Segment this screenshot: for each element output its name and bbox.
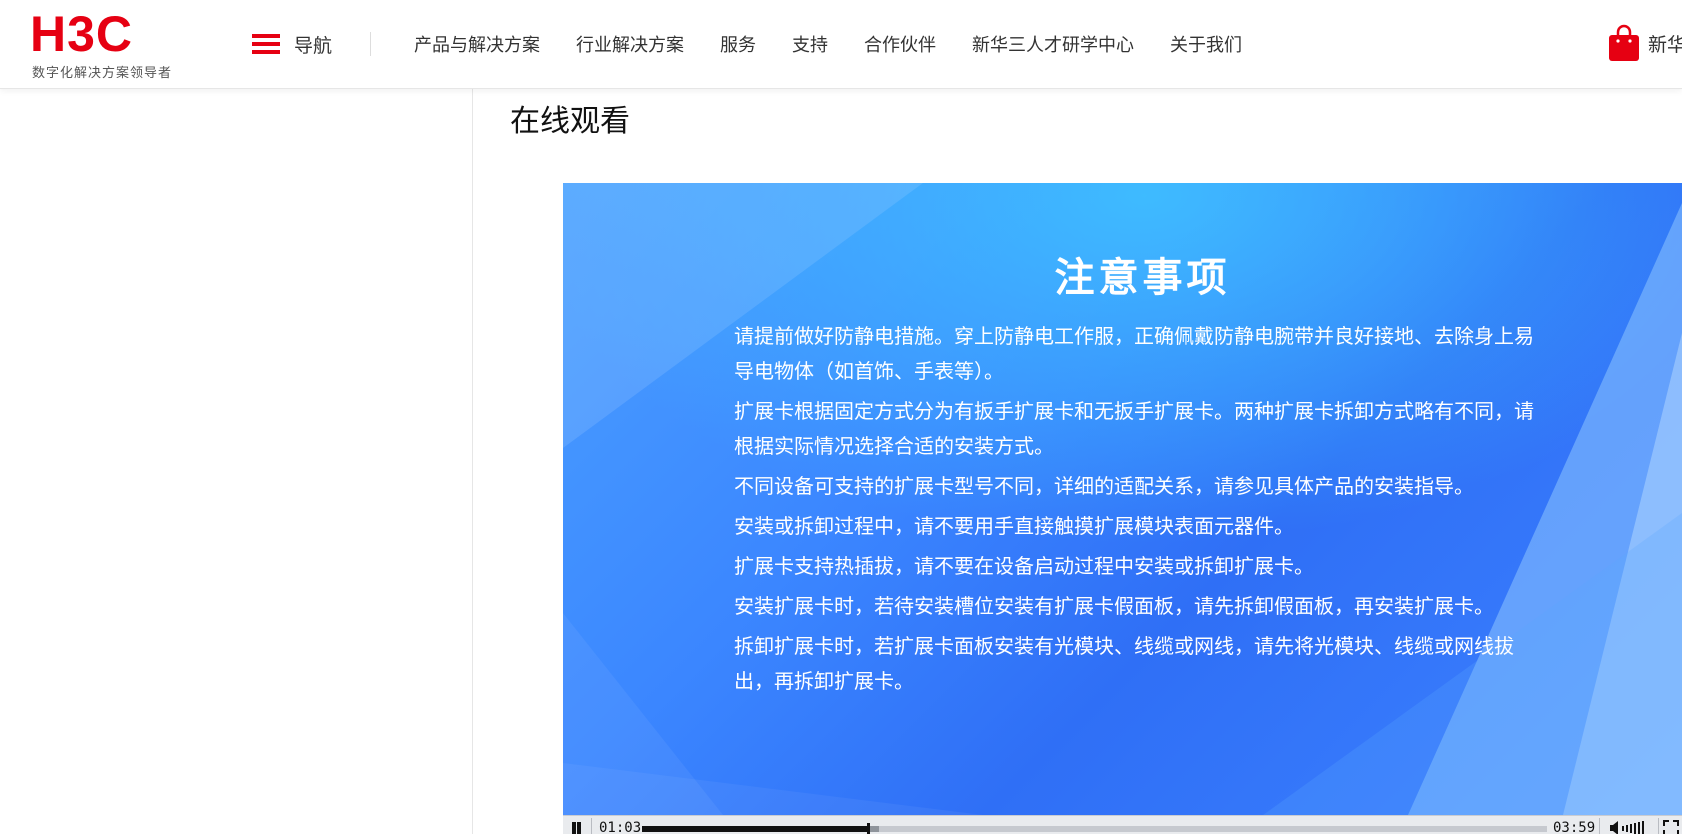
pause-icon[interactable] xyxy=(569,821,583,834)
note-item: 不同设备可支持的扩展卡型号不同，详细的适配关系，请参见具体产品的安装指导。 xyxy=(734,474,1474,498)
progress-bar[interactable] xyxy=(642,823,1547,834)
menu-item-industry[interactable]: 行业解决方案 xyxy=(576,31,684,57)
video-player[interactable]: 注意事项 请提前做好防静电措施。穿上防静电工作服，正确佩戴防静电腕带并良好接地、… xyxy=(563,183,1682,834)
menu-item-services[interactable]: 服务 xyxy=(720,31,756,57)
video-control-bar: 01:03 03:59 xyxy=(563,815,1682,834)
nav-toggle-label: 导航 xyxy=(294,34,333,57)
total-time: 03:59 xyxy=(1553,820,1596,834)
volume-icon[interactable] xyxy=(1610,820,1654,834)
control-separator xyxy=(1599,818,1600,834)
shop-label: 新华 xyxy=(1648,33,1682,56)
menu-item-partners[interactable]: 合作伙伴 xyxy=(864,31,936,57)
h3c-logo[interactable]: H3C 数字化解决方案领导者 xyxy=(30,6,190,81)
fullscreen-icon[interactable] xyxy=(1663,820,1679,834)
nav-divider xyxy=(370,32,371,56)
control-separator xyxy=(1658,818,1659,834)
logo-slogan: 数字化解决方案领导者 xyxy=(32,66,173,81)
left-sidebar xyxy=(0,89,473,834)
shopping-bag-icon xyxy=(1609,24,1639,61)
slide-title: 注意事项 xyxy=(1054,255,1231,301)
nav-toggle-button[interactable]: 导航 xyxy=(252,30,332,58)
shop-link[interactable]: 新华 xyxy=(1608,24,1682,62)
menu-item-products[interactable]: 产品与解决方案 xyxy=(414,31,540,57)
video-frame[interactable]: 注意事项 请提前做好防静电措施。穿上防静电工作服，正确佩戴防静电腕带并良好接地、… xyxy=(563,183,1682,815)
control-separator xyxy=(591,818,592,834)
slide-notes: 请提前做好防静电措施。穿上防静电工作服，正确佩戴防静电腕带并良好接地、去除身上易… xyxy=(734,319,1534,704)
note-item: 扩展卡根据固定方式分为有扳手扩展卡和无扳手扩展卡。两种扩展卡拆卸方式略有不同，请… xyxy=(734,399,1534,458)
menu-item-about[interactable]: 关于我们 xyxy=(1170,31,1242,57)
current-time: 01:03 xyxy=(599,820,642,834)
note-item: 拆卸扩展卡时，若扩展卡面板安装有光模块、线缆或网线，请先将光模块、线缆或网线拔出… xyxy=(734,634,1514,693)
progress-played xyxy=(642,826,869,832)
site-header: H3C 数字化解决方案领导者 导航 产品与解决方案 行业解决方案 服务 支持 合… xyxy=(0,0,1682,89)
progress-handle[interactable] xyxy=(867,823,871,834)
note-item: 请提前做好防静电措施。穿上防静电工作服，正确佩戴防静电腕带并良好接地、去除身上易… xyxy=(734,324,1534,383)
menu-item-talent-center[interactable]: 新华三人才研学中心 xyxy=(972,31,1134,57)
menu-item-support[interactable]: 支持 xyxy=(792,31,828,57)
note-item: 安装扩展卡时，若待安装槽位安装有扩展卡假面板，请先拆卸假面板，再安装扩展卡。 xyxy=(734,594,1494,618)
note-item: 扩展卡支持热插拔，请不要在设备启动过程中安装或拆卸扩展卡。 xyxy=(734,554,1314,578)
hamburger-icon xyxy=(252,34,280,54)
logo-wordmark: H3C xyxy=(30,6,134,62)
main-menu: 产品与解决方案 行业解决方案 服务 支持 合作伙伴 新华三人才研学中心 关于我们 xyxy=(414,0,1278,88)
section-title: 在线观看 xyxy=(510,104,630,139)
note-item: 安装或拆卸过程中，请不要用手直接触摸扩展模块表面元器件。 xyxy=(734,514,1294,538)
